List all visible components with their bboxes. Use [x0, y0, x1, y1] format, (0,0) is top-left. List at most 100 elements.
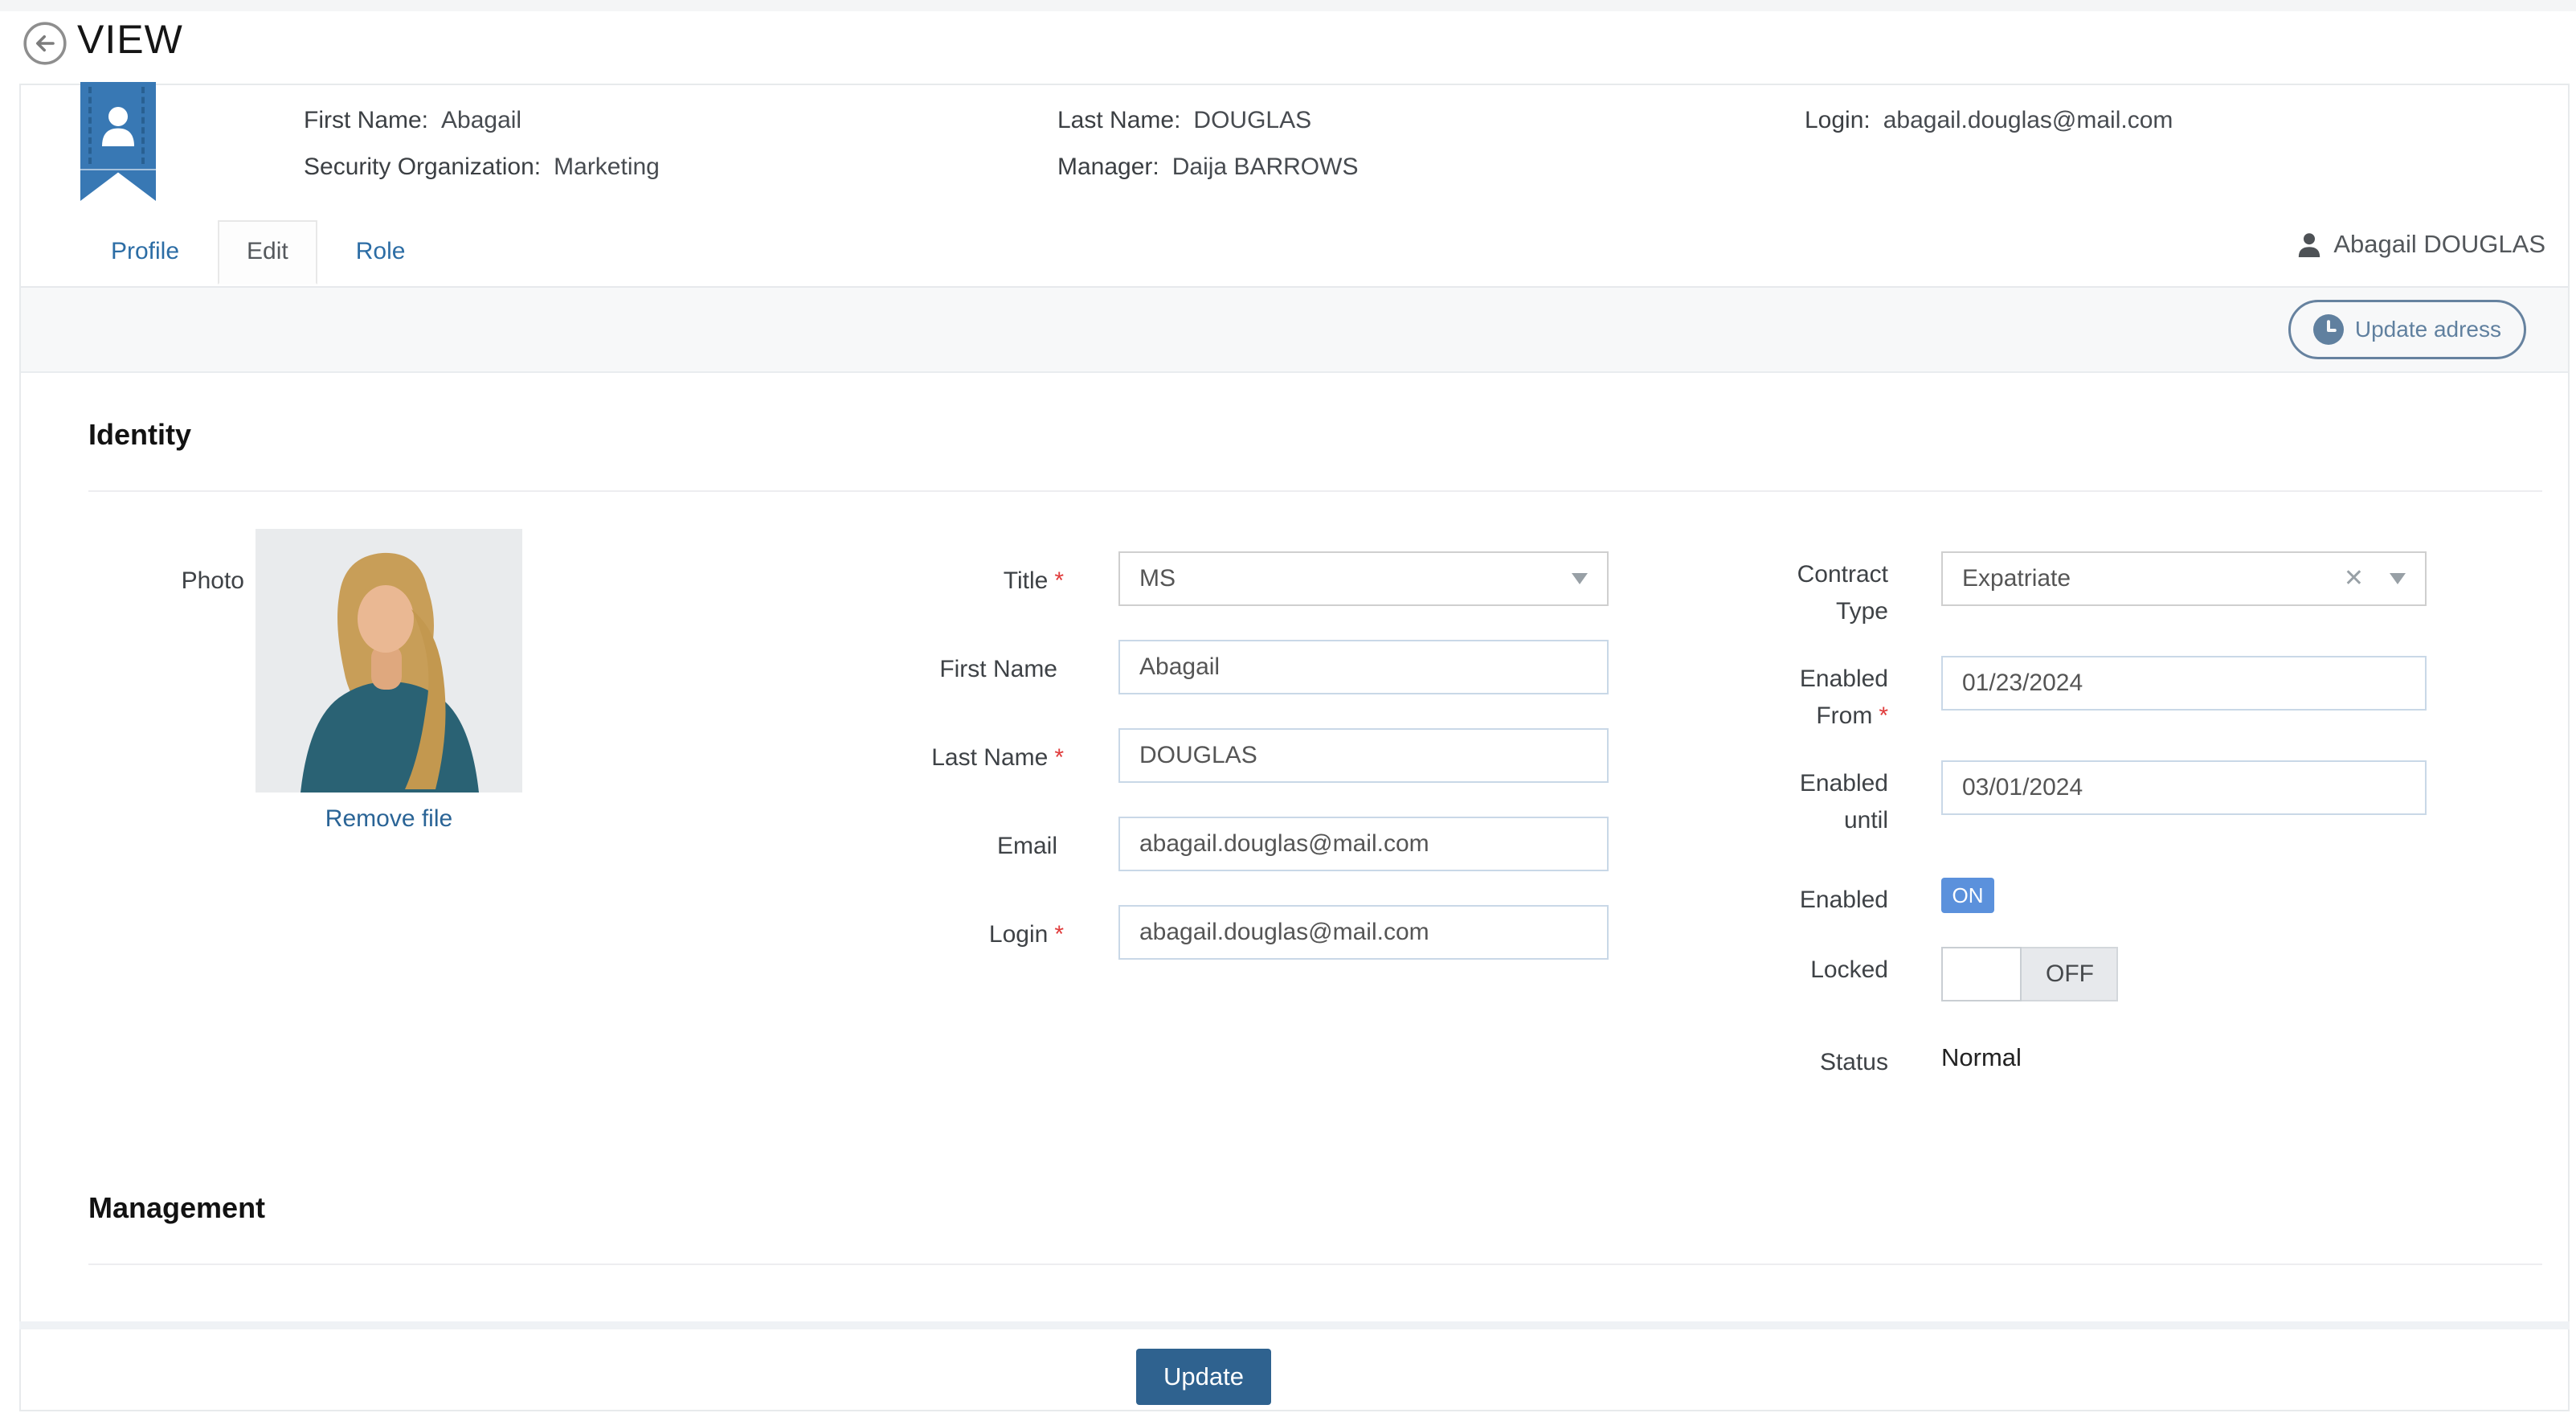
banner-value: Marketing — [554, 149, 660, 185]
banner-label: Manager: — [1057, 149, 1159, 185]
login-input[interactable] — [1118, 905, 1609, 960]
status-label: Status — [1773, 1040, 1888, 1080]
user-ribbon-icon — [80, 82, 156, 201]
banner-value: Abagail — [441, 103, 521, 138]
page: VIEW First Name: Abagail Security Organi… — [0, 0, 2576, 1413]
title-select-value: MS — [1139, 565, 1176, 592]
label-text: Enabled — [1800, 887, 1888, 913]
required-marker: * — [1054, 921, 1064, 948]
contract-type-value: Expatriate — [1962, 565, 2071, 592]
update-button[interactable]: Update — [1136, 1349, 1271, 1405]
label-text: Enabled From — [1800, 666, 1888, 729]
required-marker: * — [1054, 567, 1064, 594]
photo-label: Photo — [84, 567, 244, 595]
email-input[interactable] — [1118, 817, 1609, 871]
tab-role[interactable]: Role — [327, 220, 435, 283]
user-card: First Name: Abagail Security Organizatio… — [19, 84, 2570, 1411]
banner-label: Last Name: — [1057, 103, 1180, 138]
required-marker: * — [1054, 744, 1064, 771]
locked-label: Locked — [1773, 947, 1888, 1001]
email-label: Email — [839, 817, 1064, 871]
banner-divider — [21, 286, 2568, 288]
tab-bar: Profile Edit Role — [82, 220, 434, 283]
banner-field: Last Name: DOUGLAS — [1057, 103, 1311, 138]
label-text: Contract Type — [1797, 561, 1888, 625]
label-text: Email — [997, 833, 1057, 859]
banner-value: DOUGLAS — [1193, 103, 1311, 138]
form-row: Title* MS — [839, 551, 1609, 606]
banner-value: Daija BARROWS — [1172, 149, 1359, 185]
identity-heading: Identity — [88, 418, 191, 452]
enabled-from-label: Enabled From* — [1773, 656, 1888, 735]
person-icon — [2296, 231, 2322, 257]
toggle-knob — [1941, 947, 2022, 1001]
banner-field: Manager: Daija BARROWS — [1057, 149, 1358, 185]
banner-label: First Name: — [304, 103, 428, 138]
first-name-input[interactable] — [1118, 640, 1609, 694]
label-text: Login — [989, 921, 1048, 948]
form-row: Enabled until — [1773, 760, 2427, 839]
form-row: First Name — [839, 640, 1609, 694]
contract-type-label: Contract Type — [1773, 551, 1888, 630]
section-divider — [88, 1264, 2542, 1265]
label-text: Locked — [1810, 956, 1888, 983]
management-heading: Management — [88, 1191, 265, 1225]
form-row: Enabled From* — [1773, 656, 2427, 735]
form-row: Contract Type Expatriate ✕ — [1773, 551, 2427, 630]
enabled-until-input[interactable] — [1941, 760, 2427, 815]
top-divider — [0, 0, 2576, 11]
label-text: Title — [1004, 567, 1049, 594]
back-button[interactable] — [22, 21, 67, 66]
current-user-chip[interactable]: Abagail DOUGLAS — [2296, 230, 2545, 259]
locked-toggle[interactable]: OFF — [1941, 947, 2118, 1001]
enabled-label: Enabled — [1773, 878, 1888, 918]
caret-down-icon — [1572, 573, 1588, 584]
ribbon-dash — [88, 87, 92, 164]
banner-label: Security Organization: — [304, 149, 541, 185]
label-text: Last Name — [931, 744, 1048, 771]
label-text: Enabled until — [1800, 770, 1888, 833]
clock-icon — [2313, 314, 2344, 345]
required-marker: * — [1879, 702, 1888, 729]
form-row: Login* — [839, 905, 1609, 960]
toggle-off-label: OFF — [2023, 948, 2116, 1000]
update-address-label: Update adress — [2355, 317, 2501, 342]
tab-profile[interactable]: Profile — [82, 220, 208, 283]
label-text: Status — [1820, 1049, 1888, 1075]
form-row: Status Normal — [1773, 1040, 2022, 1080]
caret-down-icon — [2390, 573, 2406, 584]
back-arrow-icon — [22, 21, 67, 66]
clear-icon[interactable]: ✕ — [2344, 567, 2364, 591]
ribbon-dash — [141, 87, 145, 164]
form-row: Locked OFF — [1773, 947, 2118, 1001]
banner-field: First Name: Abagail — [304, 103, 521, 138]
banner-field: Login: abagail.douglas@mail.com — [1805, 103, 2173, 138]
toolbar: Update adress — [21, 288, 2568, 373]
section-divider — [88, 490, 2542, 492]
profile-photo — [256, 529, 522, 793]
form-row: Enabled ON — [1773, 878, 1994, 918]
last-name-label: Last Name* — [839, 728, 1064, 783]
login-label: Login* — [839, 905, 1064, 960]
current-user-name: Abagail DOUGLAS — [2333, 230, 2545, 259]
enabled-until-label: Enabled until — [1773, 760, 1888, 839]
title-label: Title* — [839, 551, 1064, 606]
status-value: Normal — [1941, 1040, 2022, 1080]
footer-divider — [19, 1321, 2570, 1329]
remove-file-link[interactable]: Remove file — [256, 805, 522, 833]
form-row: Last Name* — [839, 728, 1609, 783]
title-select[interactable]: MS — [1118, 551, 1609, 606]
page-title: VIEW — [77, 16, 183, 63]
banner-label: Login: — [1805, 103, 1871, 138]
ribbon-fold — [80, 169, 156, 170]
tab-edit[interactable]: Edit — [218, 220, 317, 285]
form-row: Email — [839, 817, 1609, 871]
person-icon — [100, 104, 137, 148]
banner-value: abagail.douglas@mail.com — [1883, 103, 2173, 138]
update-address-button[interactable]: Update adress — [2288, 300, 2526, 359]
last-name-input[interactable] — [1118, 728, 1609, 783]
banner-field: Security Organization: Marketing — [304, 149, 660, 185]
contract-type-select[interactable]: Expatriate ✕ — [1941, 551, 2427, 606]
enabled-from-input[interactable] — [1941, 656, 2427, 711]
enabled-toggle[interactable]: ON — [1941, 878, 1994, 913]
